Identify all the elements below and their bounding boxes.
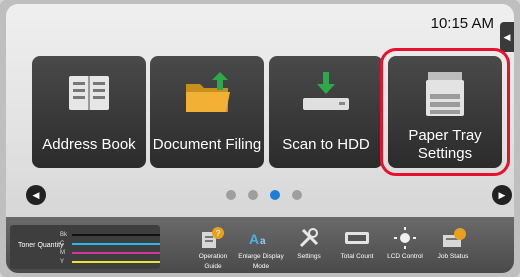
bottom-bar: Toner Quantity Bk C M Y ? Operation Guid… [6, 217, 514, 273]
page-dot[interactable] [292, 190, 302, 200]
toner-level-c [72, 242, 160, 245]
tile-label: Paper Tray Settings [408, 127, 482, 162]
operation-guide-icon: ? [190, 225, 236, 251]
printer-icon [388, 70, 502, 118]
enlarge-display-mode-button[interactable]: A a Enlarge Display Mode [238, 225, 284, 271]
total-count-button[interactable]: Total Count [334, 225, 380, 271]
tile-scan-to-hdd[interactable]: Scan to HDD [269, 56, 383, 168]
toner-channel-label: C [60, 240, 65, 247]
lcd-control-button[interactable]: LCD Control [382, 225, 428, 271]
tile-document-filing[interactable]: Document Filing [150, 56, 264, 168]
folder-icon [150, 70, 264, 118]
svg-text:a: a [260, 236, 266, 247]
settings-label: Settings [297, 253, 321, 260]
job-status-icon [430, 225, 476, 251]
previous-page-button[interactable]: ◀ [26, 185, 46, 205]
svg-text:?: ? [216, 229, 221, 238]
tile-address-book[interactable]: Address Book [32, 56, 146, 168]
toner-level-y [72, 260, 160, 263]
tile-paper-tray-settings[interactable]: Paper Tray Settings [380, 48, 510, 176]
side-panel-tab[interactable]: ◀ [500, 22, 514, 52]
page-dot-active[interactable] [270, 190, 280, 200]
tile-label: Address Book [42, 136, 136, 153]
clock: 10:15 AM [430, 15, 494, 32]
settings-button[interactable]: Settings [286, 225, 332, 271]
job-status-label: Job Status [437, 253, 469, 260]
toner-quantity: Toner Quantity Bk C M Y [10, 225, 160, 269]
next-page-button[interactable]: ▶ [492, 185, 512, 205]
enlarge-display-label: Enlarge Display Mode [238, 253, 284, 270]
page-indicator [226, 190, 326, 200]
page-dot[interactable] [248, 190, 258, 200]
svg-text:A: A [249, 231, 259, 247]
total-count-icon [334, 225, 380, 251]
operation-guide-button[interactable]: ? Operation Guide [190, 225, 236, 271]
toner-level-m [72, 251, 160, 254]
toner-channel-label: Bk [60, 231, 68, 238]
page-dot[interactable] [226, 190, 236, 200]
total-count-label: Total Count [340, 253, 374, 260]
job-status-button[interactable]: Job Status [430, 225, 476, 271]
toner-level-bk [72, 233, 160, 236]
address-book-icon [32, 70, 146, 118]
tile-label: Document Filing [152, 136, 262, 153]
enlarge-display-icon: A a [238, 225, 284, 251]
lcd-control-icon [382, 225, 428, 251]
operation-guide-label: Operation Guide [198, 253, 228, 270]
lcd-control-label: LCD Control [387, 253, 423, 260]
tile-label: Scan to HDD [282, 136, 370, 153]
toner-channel-label: Y [60, 258, 65, 265]
toner-label: Toner Quantity [18, 242, 64, 249]
touch-screen: 10:15 AM ◀ Address Book Document Filing … [6, 4, 514, 273]
scan-to-hdd-icon [269, 70, 383, 118]
toner-channel-label: M [60, 249, 65, 256]
device-frame: 10:15 AM ◀ Address Book Document Filing … [0, 0, 520, 277]
settings-icon [286, 225, 332, 251]
